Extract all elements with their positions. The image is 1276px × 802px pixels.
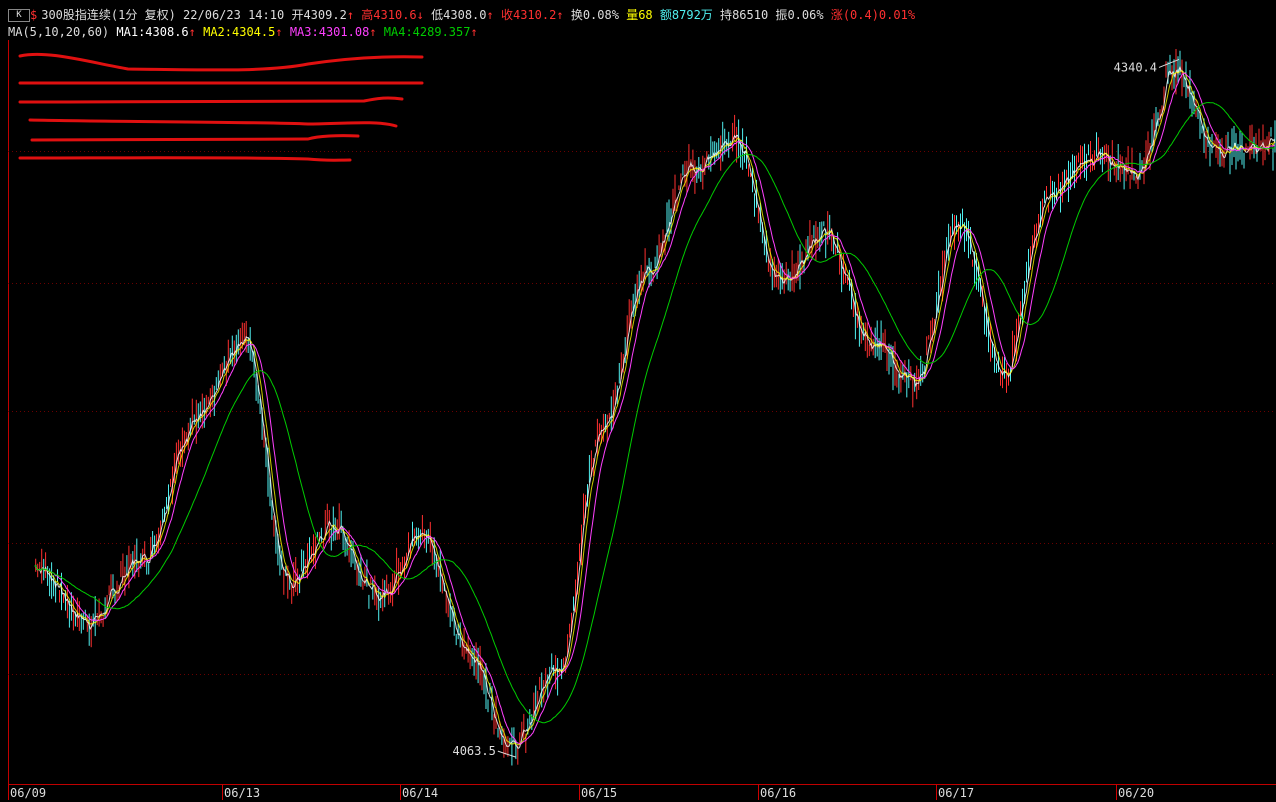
- high-value: 4310.6: [373, 8, 417, 22]
- annotation-label-0: 4340.4: [1114, 60, 1157, 74]
- date-tick: [8, 784, 9, 800]
- turnover-label: 换: [570, 8, 583, 22]
- arrow-up-icon: ↑: [556, 8, 564, 22]
- date-tick-label: 06/13: [224, 786, 261, 800]
- arrow-down-icon: ↓: [416, 8, 424, 22]
- amount-value: 8792万: [671, 8, 713, 22]
- date-tick-label: 06/20: [1118, 786, 1155, 800]
- ma3-line: [34, 72, 1275, 745]
- date-tick: [400, 784, 401, 800]
- arrow-up-icon: ↑: [369, 25, 377, 39]
- change-value: (0.4)0.01%: [842, 8, 916, 22]
- volume-value: 68: [638, 8, 653, 22]
- ma2-value: MA2:4304.5: [203, 25, 276, 39]
- redaction-stroke-0: [18, 52, 424, 72]
- arrow-up-icon: ↑: [275, 25, 283, 39]
- amount-label: 额: [659, 8, 672, 22]
- ma3-value: MA3:4301.08: [289, 25, 370, 39]
- date-axis: [8, 784, 1276, 785]
- arrow-up-icon: ↑: [470, 25, 478, 39]
- ma2-line: [34, 69, 1276, 746]
- redaction-stroke-3: [28, 118, 398, 128]
- instrument-name: 300股指连续(1分 复权): [41, 8, 176, 22]
- open-value: 4309.2: [303, 8, 347, 22]
- date-tick: [936, 784, 937, 800]
- date-tick: [758, 784, 759, 800]
- ma4-line: [34, 101, 1276, 724]
- date-tick-label: 06/16: [760, 786, 797, 800]
- ma1-value: MA1:4308.6: [116, 25, 189, 39]
- arrow-up-icon: ↑: [188, 25, 196, 39]
- ma4-value: MA4:4289.357: [383, 25, 471, 39]
- date-tick-label: 06/15: [581, 786, 618, 800]
- hold-label: 持: [720, 8, 733, 22]
- low-value: 4308.0: [443, 8, 487, 22]
- close-value: 4310.2: [512, 8, 557, 22]
- hold-value: 86510: [732, 8, 769, 22]
- quote-header: K $300股指连续(1分 复权) 22/06/23 14:10 开4309.2↑…: [8, 7, 915, 23]
- price-chart[interactable]: 4340.4 4063.5: [8, 40, 1276, 784]
- chart-window: K $300股指连续(1分 复权) 22/06/23 14:10 开4309.2↑…: [0, 0, 1276, 802]
- redaction-stroke-4: [30, 134, 360, 142]
- ma-legend: MA(5,10,20,60) MA1:4308.6↑ MA2:4304.5↑ M…: [8, 24, 478, 40]
- date-tick: [1116, 784, 1117, 800]
- amplitude-value: 0.06%: [787, 8, 824, 22]
- open-label: 开: [291, 8, 304, 22]
- date-tick-label: 06/17: [938, 786, 975, 800]
- datetime: 22/06/23 14:10: [183, 8, 285, 22]
- turnover-value: 0.08%: [582, 8, 619, 22]
- date-tick-label: 06/09: [10, 786, 47, 800]
- date-tick: [579, 784, 580, 800]
- date-tick-label: 06/14: [402, 786, 439, 800]
- ma1-line: [34, 66, 1276, 749]
- annotation-leader-1: [497, 750, 517, 758]
- ma-params-label: MA(5,10,20,60): [8, 25, 110, 39]
- date-tick: [222, 784, 223, 800]
- k-line-button[interactable]: K: [8, 9, 30, 22]
- annotation-label-1: 4063.5: [452, 744, 495, 758]
- close-label: 收: [500, 8, 513, 22]
- dollar-icon: $: [30, 8, 38, 22]
- amplitude-label: 振: [775, 8, 788, 22]
- low-label: 低: [431, 8, 444, 22]
- arrow-up-icon: ↑: [486, 8, 494, 22]
- redaction-stroke-5: [18, 156, 352, 162]
- change-label: 涨: [830, 8, 843, 22]
- volume-label: 量: [626, 8, 639, 22]
- arrow-up-icon: ↑: [346, 8, 355, 22]
- high-label: 高: [361, 8, 374, 22]
- redaction-stroke-2: [18, 96, 404, 104]
